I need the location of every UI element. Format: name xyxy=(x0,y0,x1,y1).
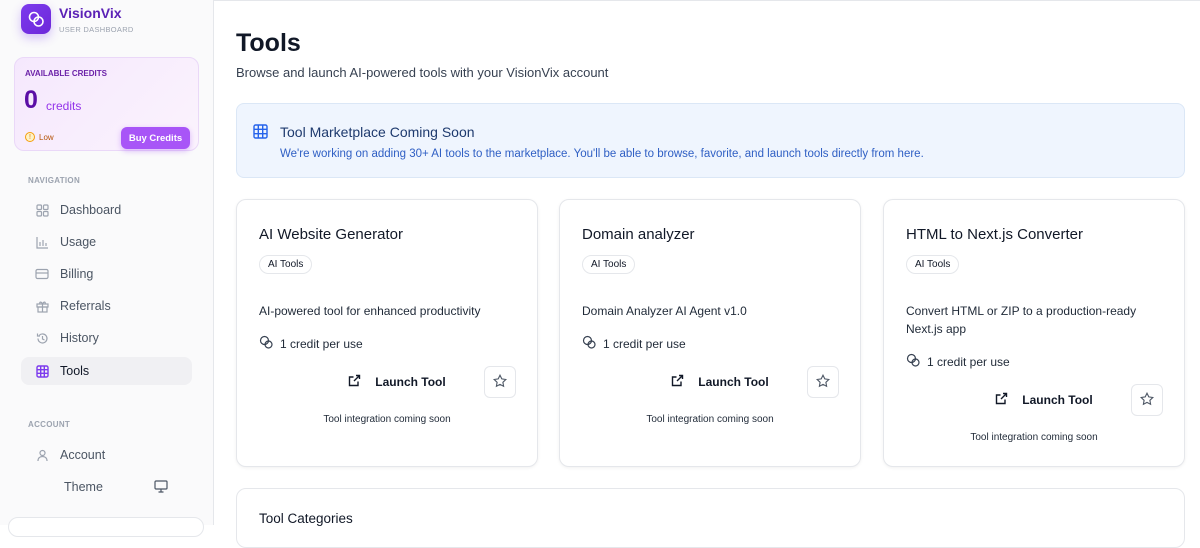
banner-text: We're working on adding 30+ AI tools to … xyxy=(280,148,924,160)
tool-category-badge: AI Tools xyxy=(582,255,636,274)
tool-categories-title: Tool Categories xyxy=(259,511,353,526)
gift-icon xyxy=(35,299,49,313)
credit-card-icon xyxy=(35,267,49,281)
tool-description: Domain Analyzer AI Agent v1.0 xyxy=(582,304,747,318)
coins-icon xyxy=(582,335,596,352)
sidebar-item-label: Usage xyxy=(60,235,97,249)
tool-description: Convert HTML or ZIP to a production-read… xyxy=(906,304,1137,336)
brand-subtitle: USER DASHBOARD xyxy=(59,25,134,34)
external-link-icon xyxy=(671,374,684,390)
page-title: Tools xyxy=(236,29,301,57)
launch-tool-label: Launch Tool xyxy=(1022,393,1093,407)
sidebar: VisionVix USER DASHBOARD AVAILABLE CREDI… xyxy=(0,0,214,537)
sidebar-item-label: Billing xyxy=(60,267,94,281)
buy-credits-button[interactable]: Buy Credits xyxy=(121,127,190,149)
external-link-icon xyxy=(348,374,361,390)
credits-card: AVAILABLE CREDITS 0 credits ! Low Buy Cre… xyxy=(14,57,199,151)
credits-status: ! Low xyxy=(25,132,54,142)
history-icon xyxy=(35,331,49,345)
sidebar-item-label: History xyxy=(60,331,99,345)
sidebar-item-label: Account xyxy=(60,448,106,462)
sidebar-item-billing[interactable]: Billing xyxy=(21,260,192,288)
sidebar-item-tools[interactable]: Tools xyxy=(21,357,192,385)
warning-icon: ! xyxy=(25,132,35,142)
theme-toggle[interactable]: Theme xyxy=(21,473,192,501)
coins-icon xyxy=(259,335,273,352)
launch-tool-label: Launch Tool xyxy=(375,375,446,389)
sidebar-item-history[interactable]: History xyxy=(21,324,192,352)
star-icon xyxy=(816,373,830,391)
tool-integration-note: Tool integration coming soon xyxy=(323,414,451,425)
sidebar-footer-card xyxy=(8,517,204,537)
favorite-button[interactable] xyxy=(484,366,516,398)
tool-title: AI Website Generator xyxy=(259,226,403,243)
sidebar-item-account[interactable]: Account xyxy=(21,441,192,469)
credits-status-label: Low xyxy=(39,132,54,142)
launch-tool-button[interactable]: Launch Tool xyxy=(964,384,1124,416)
marketplace-banner: Tool Marketplace Coming Soon We're worki… xyxy=(236,103,1185,178)
logo-icon xyxy=(21,4,51,34)
table-grid-icon xyxy=(35,364,49,378)
tool-category-badge: AI Tools xyxy=(259,255,313,274)
tool-integration-note: Tool integration coming soon xyxy=(970,432,1098,443)
main-content: Tools Browse and launch AI-powered tools… xyxy=(214,0,1200,548)
tool-cost-label: 1 credit per use xyxy=(603,336,686,351)
star-icon xyxy=(1140,391,1154,409)
tool-title: HTML to Next.js Converter xyxy=(906,226,1083,243)
favorite-button[interactable] xyxy=(1131,384,1163,416)
tool-card: Domain analyzer AI Tools Domain Analyzer… xyxy=(559,199,861,467)
credits-unit: credits xyxy=(46,99,82,113)
tool-description: AI-powered tool for enhanced productivit… xyxy=(259,304,481,318)
tool-cost: 1 credit per use xyxy=(259,335,363,352)
tool-cost-label: 1 credit per use xyxy=(280,336,363,351)
tool-card: AI Website Generator AI Tools AI-powered… xyxy=(236,199,538,467)
coins-icon xyxy=(906,353,920,370)
sidebar-item-label: Referrals xyxy=(60,299,111,313)
tool-cost: 1 credit per use xyxy=(582,335,686,352)
sidebar-item-label: Dashboard xyxy=(60,203,122,217)
brand-name: VisionVix xyxy=(59,5,122,21)
external-link-icon xyxy=(995,392,1008,408)
tool-card: HTML to Next.js Converter AI Tools Conve… xyxy=(883,199,1185,467)
launch-tool-button[interactable]: Launch Tool xyxy=(317,366,477,398)
account-heading: ACCOUNT xyxy=(28,420,71,429)
tool-categories-card: Tool Categories xyxy=(236,488,1185,548)
sidebar-item-usage[interactable]: Usage xyxy=(21,228,192,256)
credits-label: AVAILABLE CREDITS xyxy=(25,69,107,78)
nav-heading: NAVIGATION xyxy=(28,176,81,185)
page-subtitle: Browse and launch AI-powered tools with … xyxy=(236,65,609,80)
tool-title: Domain analyzer xyxy=(582,226,695,243)
grid-icon xyxy=(35,203,49,217)
tool-category-badge: AI Tools xyxy=(906,255,960,274)
bar-chart-icon xyxy=(35,235,49,249)
sidebar-item-referrals[interactable]: Referrals xyxy=(21,292,192,320)
launch-tool-button[interactable]: Launch Tool xyxy=(640,366,800,398)
monitor-icon xyxy=(154,480,168,496)
banner-title: Tool Marketplace Coming Soon xyxy=(280,124,475,140)
launch-tool-label: Launch Tool xyxy=(698,375,769,389)
theme-label: Theme xyxy=(64,480,103,494)
sidebar-item-dashboard[interactable]: Dashboard xyxy=(21,196,192,224)
tool-cost: 1 credit per use xyxy=(906,353,1010,370)
favorite-button[interactable] xyxy=(807,366,839,398)
sidebar-item-label: Tools xyxy=(60,364,90,378)
credits-amount: 0 xyxy=(24,86,38,114)
tool-cost-label: 1 credit per use xyxy=(927,354,1010,369)
user-icon xyxy=(35,448,49,462)
tool-integration-note: Tool integration coming soon xyxy=(646,414,774,425)
star-icon xyxy=(493,373,507,391)
table-grid-icon xyxy=(253,124,268,144)
